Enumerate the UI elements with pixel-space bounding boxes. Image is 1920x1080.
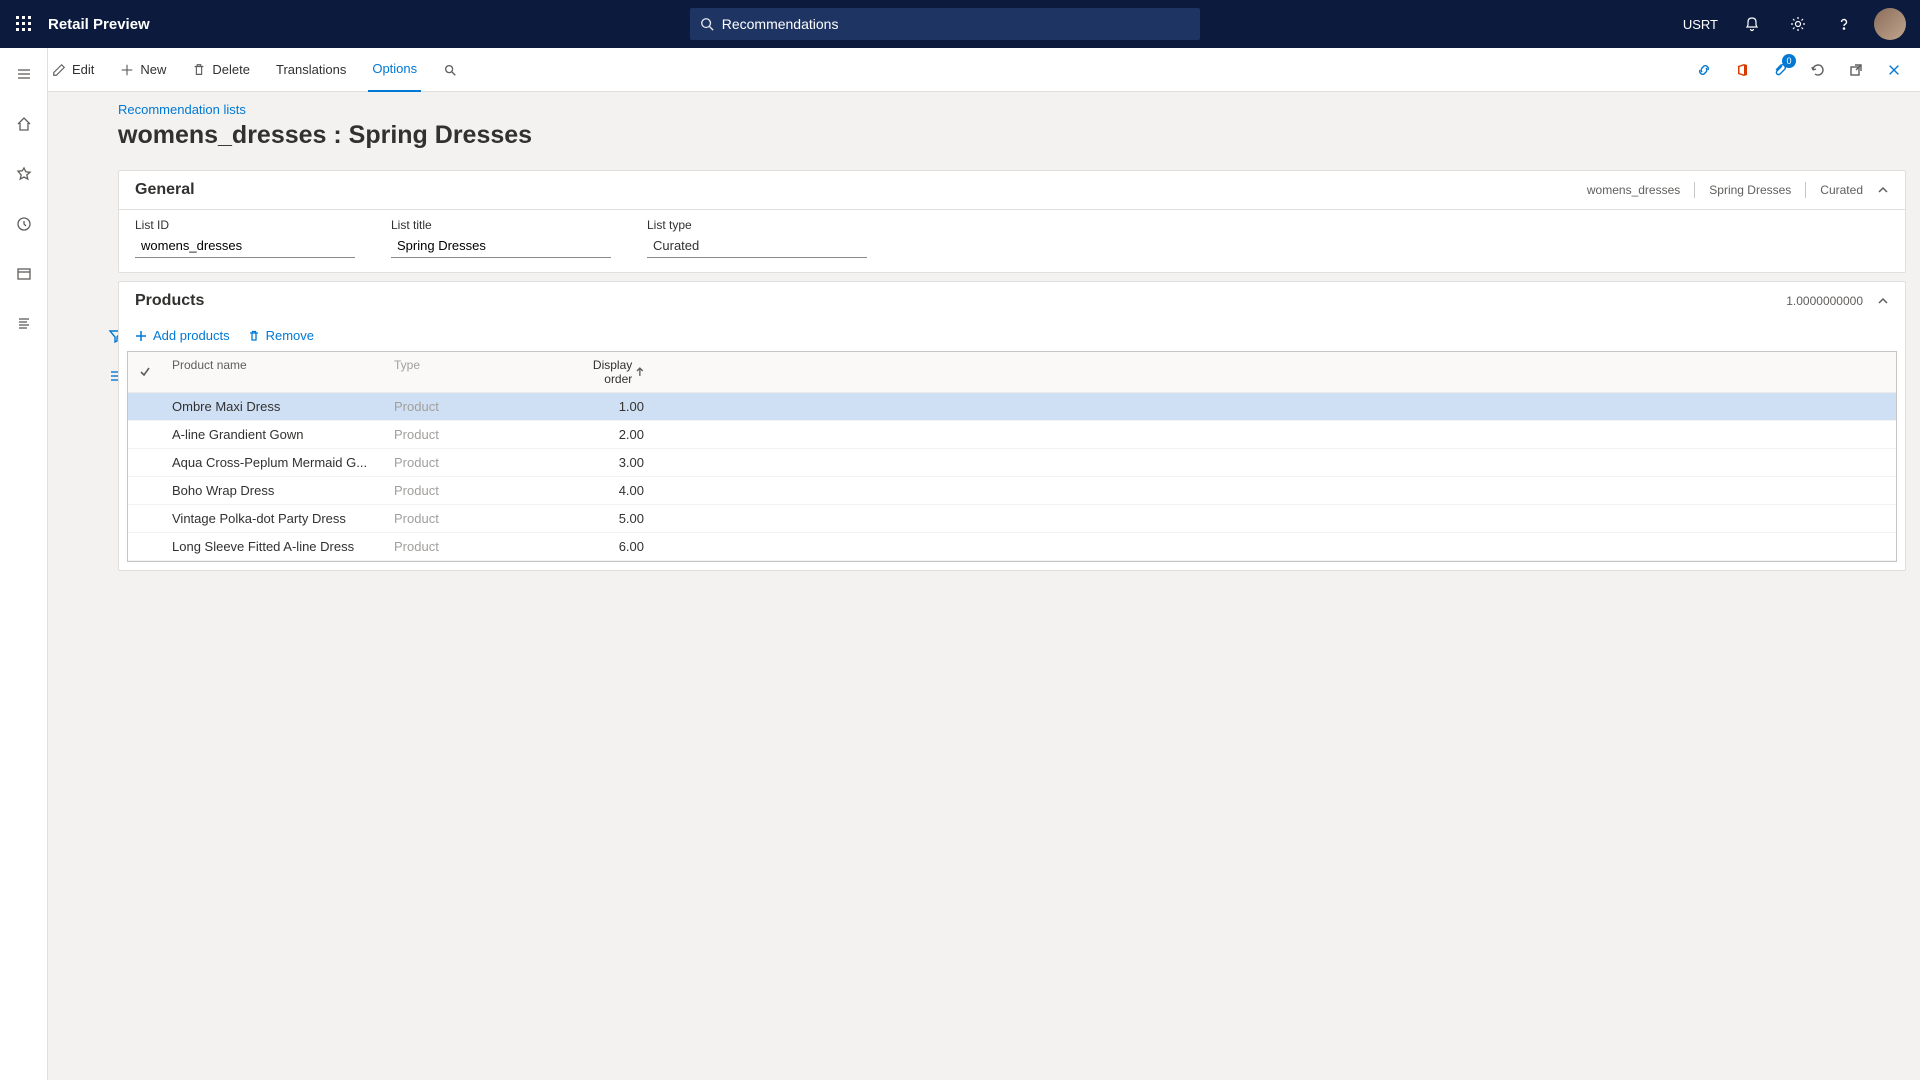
user-avatar[interactable] xyxy=(1874,8,1906,40)
remove-button[interactable]: Remove xyxy=(248,328,314,343)
cell-product-name: Aqua Cross-Peplum Mermaid G... xyxy=(162,449,384,476)
col-header-display-order[interactable]: Display order xyxy=(554,352,654,392)
table-row[interactable]: Long Sleeve Fitted A-line DressProduct6.… xyxy=(128,533,1896,561)
list-title-label: List title xyxy=(391,218,611,232)
page-title: womens_dresses : Spring Dresses xyxy=(118,121,1906,150)
find-button[interactable] xyxy=(439,48,461,92)
cell-product-name: A-line Grandient Gown xyxy=(162,421,384,448)
cell-type: Product xyxy=(384,449,554,476)
app-title: Retail Preview xyxy=(48,16,150,33)
sort-asc-icon xyxy=(636,367,644,377)
search-icon xyxy=(700,17,714,31)
delete-button[interactable]: Delete xyxy=(188,48,254,92)
col-header-type[interactable]: Type xyxy=(384,352,554,392)
list-id-input[interactable] xyxy=(135,234,355,258)
products-collapse-icon[interactable] xyxy=(1877,295,1889,307)
products-summary-value: 1.0000000000 xyxy=(1786,294,1863,308)
add-products-button[interactable]: Add products xyxy=(135,328,230,343)
search-input[interactable] xyxy=(722,16,1190,32)
breadcrumb-link[interactable]: Recommendation lists xyxy=(118,102,1906,117)
cell-product-name: Vintage Polka-dot Party Dress xyxy=(162,505,384,532)
action-bar: Edit New Delete Translations Options 0 xyxy=(0,48,1920,92)
general-summary-title: Spring Dresses xyxy=(1709,183,1791,197)
table-row[interactable]: Aqua Cross-Peplum Mermaid G...Product3.0… xyxy=(128,449,1896,477)
cell-display-order: 6.00 xyxy=(554,533,654,560)
general-card: General womens_dresses Spring Dresses Cu… xyxy=(118,170,1906,273)
cell-display-order: 5.00 xyxy=(554,505,654,532)
content-area: Recommendation lists womens_dresses : Sp… xyxy=(48,92,1920,1080)
notifications-icon[interactable] xyxy=(1730,0,1774,48)
list-type-label: List type xyxy=(647,218,867,232)
table-row[interactable]: A-line Grandient GownProduct2.00 xyxy=(128,421,1896,449)
settings-icon[interactable] xyxy=(1776,0,1820,48)
cell-product-name: Ombre Maxi Dress xyxy=(162,393,384,420)
cell-display-order: 4.00 xyxy=(554,477,654,504)
delete-icon xyxy=(248,330,260,342)
refresh-icon[interactable] xyxy=(1804,56,1832,84)
attachments-badge: 0 xyxy=(1782,54,1796,68)
list-type-input[interactable] xyxy=(647,234,867,258)
row-checkbox[interactable] xyxy=(128,505,162,532)
cell-display-order: 2.00 xyxy=(554,421,654,448)
row-checkbox[interactable] xyxy=(128,477,162,504)
select-all-checkbox[interactable] xyxy=(128,352,162,392)
cell-display-order: 1.00 xyxy=(554,393,654,420)
edit-button[interactable]: Edit xyxy=(48,48,98,92)
navbar: Retail Preview USRT xyxy=(0,0,1920,48)
products-card: Products 1.0000000000 Add products Remov… xyxy=(118,281,1906,571)
cell-type: Product xyxy=(384,477,554,504)
cell-type: Product xyxy=(384,533,554,560)
general-summary-type: Curated xyxy=(1820,183,1863,197)
checkmark-icon xyxy=(139,366,151,378)
row-checkbox[interactable] xyxy=(128,533,162,560)
options-tab[interactable]: Options xyxy=(368,48,421,92)
close-icon[interactable] xyxy=(1880,56,1908,84)
row-checkbox[interactable] xyxy=(128,449,162,476)
list-id-label: List ID xyxy=(135,218,355,232)
hamburger-icon[interactable] xyxy=(8,58,40,90)
general-collapse-icon[interactable] xyxy=(1877,184,1889,196)
left-nav-rail xyxy=(0,48,48,1080)
modules-icon[interactable] xyxy=(8,308,40,340)
workspaces-icon[interactable] xyxy=(8,258,40,290)
help-icon[interactable] xyxy=(1822,0,1866,48)
cell-type: Product xyxy=(384,393,554,420)
attachments-icon[interactable]: 0 xyxy=(1766,56,1794,84)
list-title-input[interactable] xyxy=(391,234,611,258)
translations-button[interactable]: Translations xyxy=(272,48,350,92)
company-code[interactable]: USRT xyxy=(1673,17,1728,32)
office-icon[interactable] xyxy=(1728,56,1756,84)
global-search[interactable] xyxy=(690,8,1200,40)
cell-display-order: 3.00 xyxy=(554,449,654,476)
popout-icon[interactable] xyxy=(1842,56,1870,84)
products-heading: Products xyxy=(135,292,204,310)
cell-type: Product xyxy=(384,505,554,532)
plus-icon xyxy=(135,330,147,342)
table-row[interactable]: Vintage Polka-dot Party DressProduct5.00 xyxy=(128,505,1896,533)
home-icon[interactable] xyxy=(8,108,40,140)
app-launcher-icon[interactable] xyxy=(8,0,40,48)
table-row[interactable]: Ombre Maxi DressProduct1.00 xyxy=(128,393,1896,421)
products-grid: Product name Type Display order Ombre Ma… xyxy=(127,351,1897,562)
general-summary-id: womens_dresses xyxy=(1587,183,1680,197)
general-heading: General xyxy=(135,181,195,199)
favorites-icon[interactable] xyxy=(8,158,40,190)
link-icon[interactable] xyxy=(1690,56,1718,84)
table-row[interactable]: Boho Wrap DressProduct4.00 xyxy=(128,477,1896,505)
row-checkbox[interactable] xyxy=(128,393,162,420)
cell-type: Product xyxy=(384,421,554,448)
new-button[interactable]: New xyxy=(116,48,170,92)
cell-product-name: Long Sleeve Fitted A-line Dress xyxy=(162,533,384,560)
row-checkbox[interactable] xyxy=(128,421,162,448)
cell-product-name: Boho Wrap Dress xyxy=(162,477,384,504)
col-header-product-name[interactable]: Product name xyxy=(162,352,384,392)
recent-icon[interactable] xyxy=(8,208,40,240)
